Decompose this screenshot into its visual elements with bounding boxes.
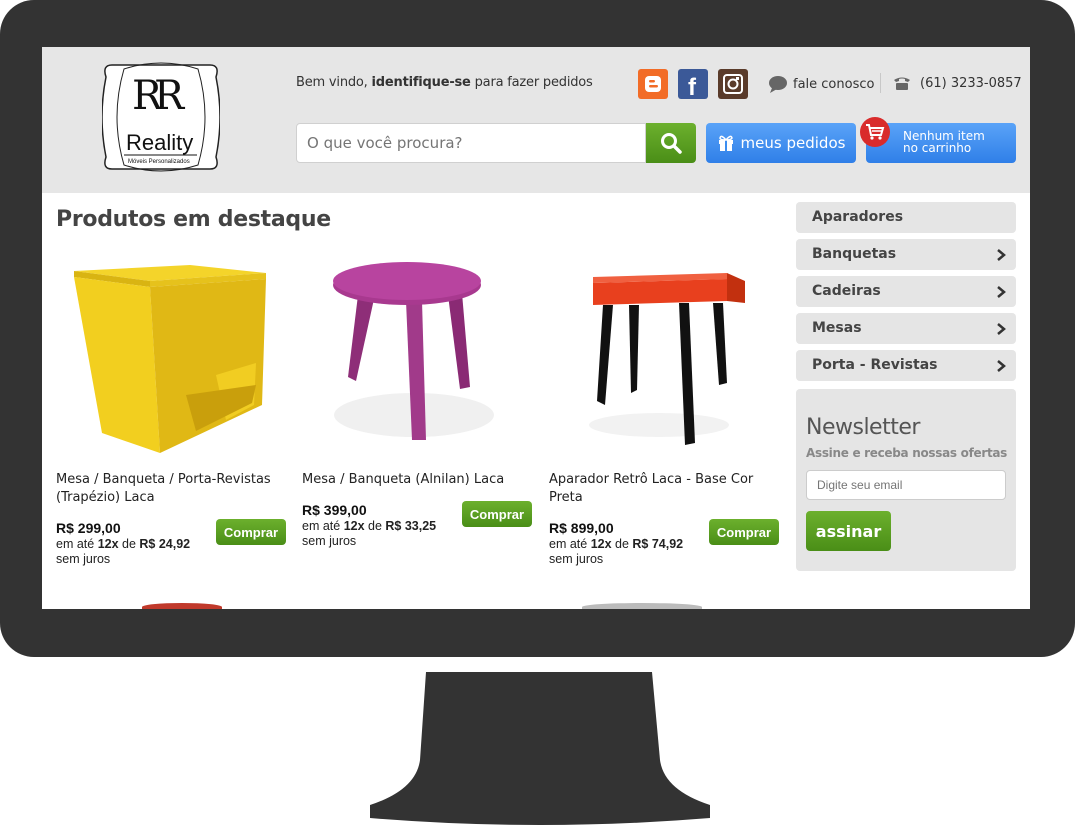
- svg-text:R: R: [154, 73, 186, 119]
- product-card[interactable]: Mesa / Banqueta / Porta-Revistas (Trapéz…: [56, 255, 286, 566]
- inst-suffix: sem juros: [549, 552, 604, 566]
- gift-icon: [718, 135, 733, 151]
- newsletter-title: Newsletter: [806, 415, 920, 440]
- installments: em até 12x de R$ 33,25 sem juros: [302, 519, 436, 549]
- chevron-right-icon: [997, 360, 1006, 372]
- inst-de: de: [118, 537, 140, 551]
- product-image[interactable]: [549, 255, 759, 460]
- product-card[interactable]: Aparador Retrô Laca - Base Cor Preta R$ …: [549, 255, 779, 566]
- chevron-right-icon: [997, 323, 1006, 335]
- buy-button[interactable]: Comprar: [462, 501, 532, 527]
- category-label: Porta - Revistas: [812, 357, 938, 373]
- welcome-prefix: Bem vindo,: [296, 75, 372, 90]
- product-image[interactable]: [56, 255, 266, 460]
- phone-label: (61) 3233-0857: [920, 75, 1022, 91]
- section-title: Produtos em destaque: [56, 207, 331, 232]
- logo-tagline: Móveis Personalizados: [128, 159, 190, 165]
- instagram-icon[interactable]: [718, 69, 748, 99]
- product-name[interactable]: Aparador Retrô Laca - Base Cor Preta: [549, 471, 779, 507]
- login-link[interactable]: identifique-se: [372, 75, 471, 90]
- product-image-peek: [142, 603, 222, 609]
- site-header: R R Reality Móveis Personalizados Bem vi…: [42, 47, 1030, 193]
- installments: em até 12x de R$ 74,92 sem juros: [549, 537, 683, 567]
- inst-suffix: sem juros: [56, 552, 111, 566]
- inst-times: 12x: [343, 519, 365, 533]
- svg-text:f: f: [688, 74, 697, 99]
- product-image-peek: [582, 603, 702, 609]
- monitor-mockup: R R Reality Móveis Personalizados Bem vi…: [0, 0, 1075, 828]
- inst-prefix: em até: [549, 537, 591, 551]
- reality-logo[interactable]: R R Reality Móveis Personalizados: [102, 57, 220, 177]
- product-image[interactable]: [302, 255, 512, 460]
- welcome-text: Bem vindo, identifique-se para fazer ped…: [296, 75, 593, 90]
- buy-button[interactable]: Comprar: [709, 519, 779, 545]
- facebook-icon[interactable]: f: [678, 69, 708, 101]
- buy-button[interactable]: Comprar: [216, 519, 286, 545]
- divider: [880, 73, 881, 93]
- inst-prefix: em até: [56, 537, 98, 551]
- telephone-icon: [894, 77, 910, 90]
- category-porta-revistas[interactable]: Porta - Revistas: [796, 350, 1016, 381]
- inst-times: 12x: [590, 537, 612, 551]
- phone-number: (61) 3233-0857: [892, 75, 1022, 91]
- newsletter-box: Newsletter Assine e receba nossas oferta…: [796, 389, 1016, 571]
- my-orders-button[interactable]: meus pedidos: [706, 123, 856, 163]
- chevron-right-icon: [997, 249, 1006, 261]
- inst-de: de: [364, 519, 386, 533]
- category-label: Mesas: [812, 320, 862, 336]
- browser-viewport: R R Reality Móveis Personalizados Bem vi…: [42, 47, 1030, 609]
- inst-value: R$ 24,92: [139, 537, 191, 551]
- chevron-right-icon: [997, 286, 1006, 298]
- category-cadeiras[interactable]: Cadeiras: [796, 276, 1016, 307]
- shopping-cart-icon[interactable]: [860, 117, 890, 147]
- email-field[interactable]: [806, 470, 1006, 500]
- newsletter-subtitle: Assine e receba nossas ofertas: [806, 446, 1008, 460]
- category-banquetas[interactable]: Banquetas: [796, 239, 1016, 270]
- category-label: Aparadores: [812, 209, 904, 225]
- search-input[interactable]: [296, 123, 646, 163]
- subscribe-button[interactable]: assinar: [806, 511, 891, 551]
- product-price: R$ 899,00: [549, 520, 614, 536]
- category-label: Banquetas: [812, 246, 897, 262]
- product-price: R$ 299,00: [56, 520, 121, 536]
- welcome-suffix: para fazer pedidos: [470, 75, 593, 90]
- search-button[interactable]: [646, 123, 696, 163]
- search-icon: [661, 133, 682, 154]
- inst-times: 12x: [97, 537, 119, 551]
- cart-line-2: no carrinho: [903, 141, 972, 155]
- inst-suffix: sem juros: [302, 534, 357, 548]
- speech-bubble-icon: [769, 76, 787, 93]
- category-mesas[interactable]: Mesas: [796, 313, 1016, 344]
- installments: em até 12x de R$ 24,92 sem juros: [56, 537, 190, 567]
- product-name[interactable]: Mesa / Banqueta / Porta-Revistas (Trapéz…: [56, 471, 286, 507]
- category-label: Cadeiras: [812, 283, 881, 299]
- inst-de: de: [611, 537, 633, 551]
- category-aparadores[interactable]: Aparadores: [796, 202, 1016, 233]
- contact-label: fale conosco: [793, 76, 875, 92]
- contact-link[interactable]: fale conosco: [768, 75, 874, 93]
- product-name[interactable]: Mesa / Banqueta (Alnilan) Laca: [302, 471, 532, 489]
- product-card[interactable]: Mesa / Banqueta (Alnilan) Laca R$ 399,00…: [302, 255, 532, 548]
- my-orders-label: meus pedidos: [740, 134, 846, 152]
- blogger-icon[interactable]: [638, 69, 668, 99]
- inst-prefix: em até: [302, 519, 344, 533]
- inst-value: R$ 74,92: [632, 537, 684, 551]
- product-price: R$ 399,00: [302, 502, 367, 518]
- inst-value: R$ 33,25: [385, 519, 437, 533]
- logo-brand: Reality: [126, 130, 193, 155]
